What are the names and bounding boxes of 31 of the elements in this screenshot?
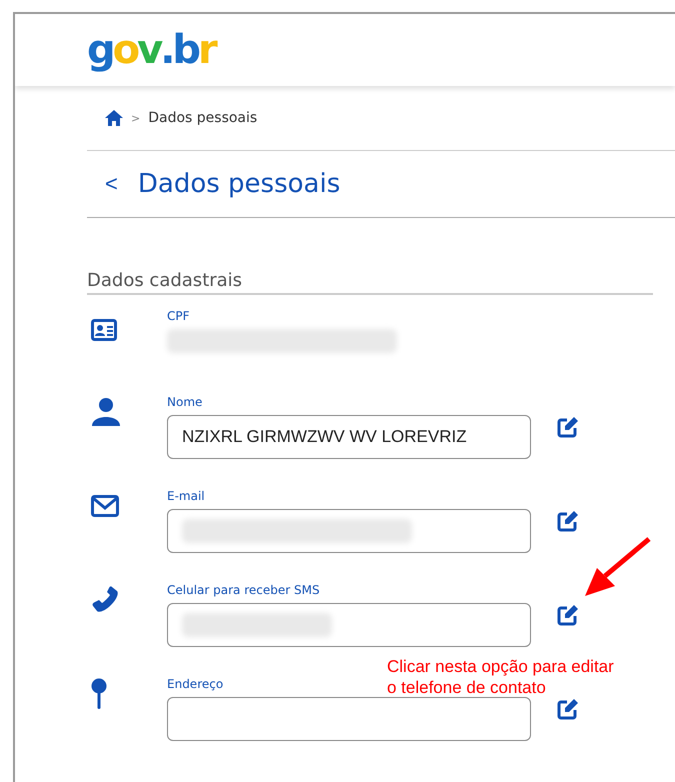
field-label: E-mail <box>167 489 205 503</box>
field-label: CPF <box>167 309 190 323</box>
back-button[interactable]: < <box>101 171 122 197</box>
page-title: Dados pessoais <box>138 169 340 199</box>
person-icon <box>91 397 121 427</box>
input-field[interactable] <box>167 509 531 553</box>
edit-button[interactable] <box>557 510 579 532</box>
section-heading: Dados cadastrais <box>87 270 653 295</box>
envelope-icon <box>91 495 119 517</box>
edit-button[interactable] <box>557 698 579 720</box>
edit-icon <box>557 698 579 720</box>
field-label: Nome <box>167 395 202 409</box>
field-label: Endereço <box>167 677 224 691</box>
annotation-note: Clicar nesta opção para editar o telefone de contato <box>387 656 614 698</box>
input-field[interactable] <box>167 603 531 647</box>
edit-icon <box>557 510 579 532</box>
id-card-icon <box>91 319 117 341</box>
home-icon[interactable] <box>105 110 123 126</box>
field-value: NZIXRL GIRMWZWV WV LOREVRIZ <box>182 427 467 447</box>
field-label: Celular para receber SMS <box>167 583 320 597</box>
edit-button[interactable] <box>557 416 579 438</box>
phone-icon <box>91 586 119 614</box>
map-pin-icon <box>91 678 107 710</box>
input-field[interactable] <box>167 697 531 741</box>
edit-icon <box>557 416 579 438</box>
input-field[interactable]: NZIXRL GIRMWZWV WV LOREVRIZ <box>167 415 531 459</box>
edit-button[interactable] <box>557 604 579 626</box>
breadcrumb-item: Dados pessoais <box>148 110 258 126</box>
edit-icon <box>557 604 579 626</box>
breadcrumb-separator: > <box>131 112 140 124</box>
gov-logo: gov.br <box>87 27 215 73</box>
